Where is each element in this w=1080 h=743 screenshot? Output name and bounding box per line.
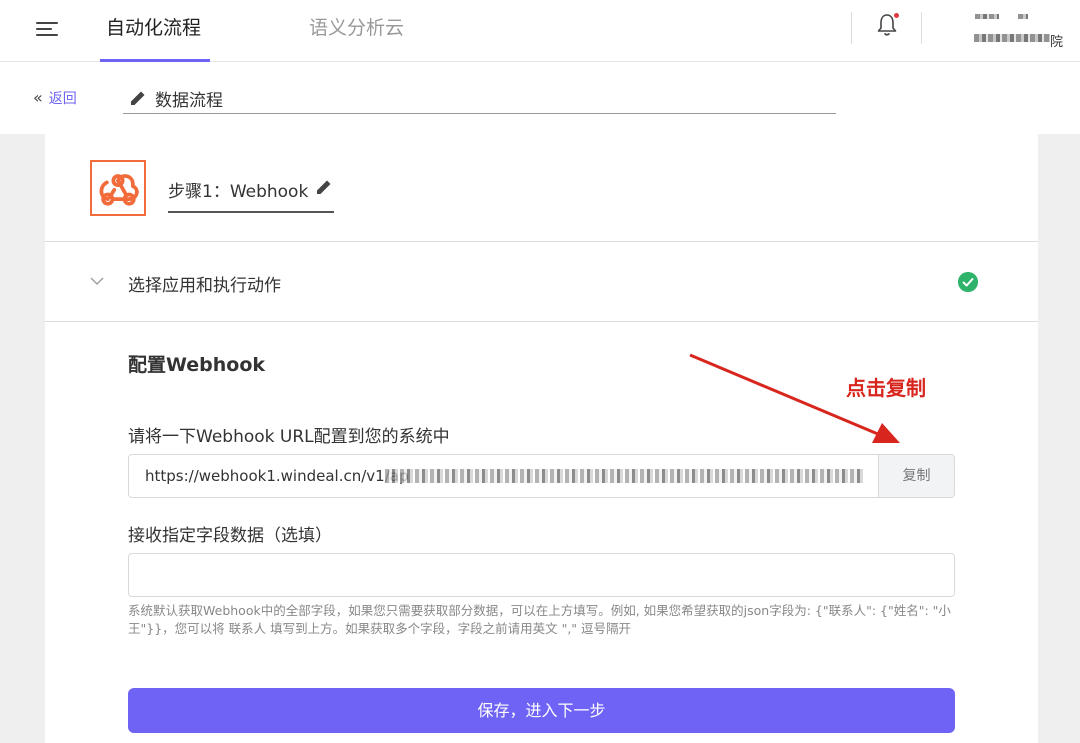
save-next-button[interactable]: 保存，进入下一步 [128, 688, 955, 733]
section-select-app-action[interactable]: 选择应用和执行动作 [128, 271, 281, 296]
step-title[interactable]: 步骤1：Webhook [168, 177, 308, 202]
back-link[interactable]: « 返回 [33, 88, 77, 108]
fields-label: 接收指定字段数据（选填） [128, 526, 332, 546]
webhook-url-value: https://webhook1.windeal.cn/v1/ap [145, 467, 409, 485]
webhook-icon [90, 160, 146, 216]
webhook-url-redacted [385, 469, 863, 483]
back-label: 返回 [48, 91, 77, 107]
double-chevron-left-icon: « [33, 88, 43, 107]
divider [921, 12, 922, 44]
copy-button[interactable]: 复制 [878, 455, 954, 497]
fields-input[interactable] [128, 553, 955, 597]
user-org-name: 院 [1050, 35, 1064, 50]
edit-pencil-icon[interactable] [315, 178, 333, 196]
fields-help-text: 系统默认获取Webhook中的全部字段，如果您只需要获取部分数据，可以在上方填写… [128, 603, 951, 636]
webhook-url-label: 请将一下Webhook URL配置到您的系统中 [128, 427, 450, 447]
divider [45, 241, 1038, 242]
chevron-down-icon[interactable] [90, 274, 104, 288]
annotation-label: 点击复制 [846, 376, 926, 400]
tab-automation-flow[interactable]: 自动化流程 [106, 14, 201, 42]
config-section-title: 配置Webhook [128, 354, 266, 376]
divider [45, 321, 1038, 322]
tab-semantic-analysis-cloud[interactable]: 语义分析云 [309, 14, 404, 42]
flow-title-underline [123, 113, 836, 114]
menu-icon[interactable] [36, 19, 60, 39]
step-title-underline [168, 211, 334, 213]
flow-title[interactable]: 数据流程 [155, 86, 223, 111]
notification-badge [894, 13, 899, 18]
check-circle-icon [958, 272, 978, 292]
edit-pencil-icon[interactable] [129, 89, 147, 107]
divider [851, 12, 852, 44]
